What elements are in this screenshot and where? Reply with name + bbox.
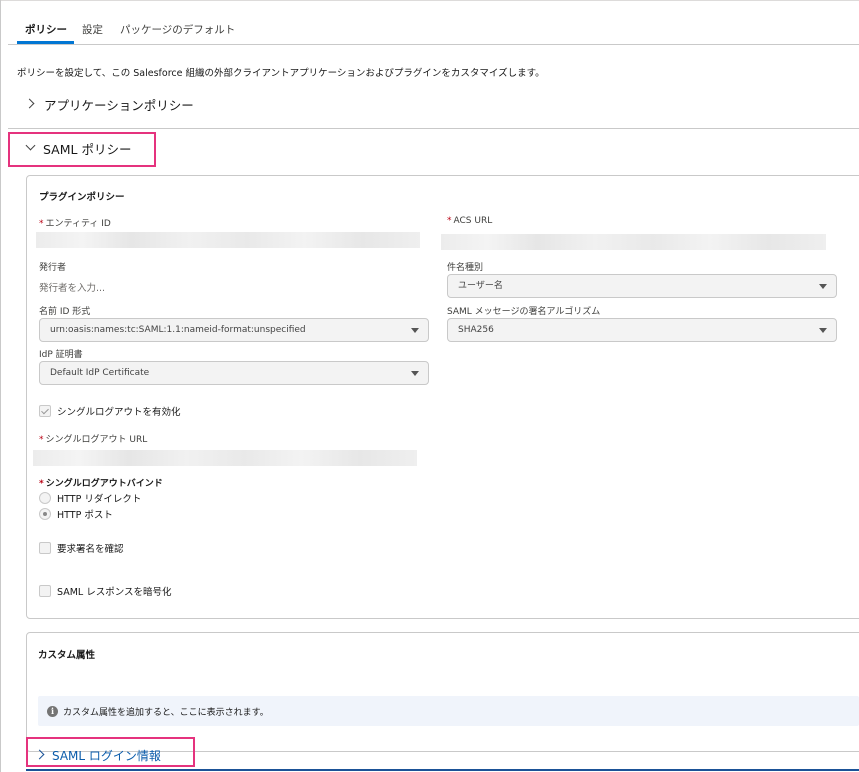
chevron-right-icon — [34, 749, 45, 760]
custom-attributes-card — [26, 632, 859, 752]
subject-type-label: 件名種別 — [447, 263, 484, 273]
custom-attributes-info-box: i カスタム属性を追加すると、ここに表示されます。 — [38, 696, 859, 726]
info-icon: i — [47, 706, 58, 717]
verify-request-signature-label: 要求署名を確認 — [57, 544, 124, 555]
http-post-radio[interactable] — [39, 508, 51, 520]
app-policy-title: アプリケーションポリシー — [44, 98, 194, 113]
entity-id-label: * エンティティ ID — [39, 219, 111, 229]
entity-id-field[interactable] — [36, 232, 420, 248]
saml-login-title: SAML ログイン情報 — [52, 749, 161, 763]
caret-down-icon — [411, 328, 419, 333]
saml-policy-title: SAML ポリシー — [43, 142, 132, 157]
http-post-label: HTTP ポスト — [57, 510, 113, 521]
single-logout-url-label: * シングルログアウト URL — [39, 435, 148, 445]
single-logout-checkbox[interactable] — [39, 405, 51, 417]
tab-policy[interactable]: ポリシー — [25, 22, 67, 37]
signing-algorithm-select[interactable]: SHA256 — [447, 318, 837, 342]
single-logout-binding-label: * シングルログアウトバインド — [39, 479, 163, 489]
subject-type-value: ユーザー名 — [458, 281, 503, 291]
encrypt-saml-response-label: SAML レスポンスを暗号化 — [57, 587, 172, 598]
idp-certificate-label: IdP 証明書 — [39, 350, 83, 360]
custom-attributes-title: カスタム属性 — [38, 650, 96, 661]
name-id-format-label: 名前 ID 形式 — [39, 307, 91, 317]
tab-settings[interactable]: 設定 — [82, 22, 103, 37]
chevron-right-icon — [24, 98, 35, 109]
verify-request-signature-checkbox[interactable] — [39, 542, 51, 554]
http-redirect-radio[interactable] — [39, 492, 51, 504]
app-policy-section-header[interactable]: アプリケーションポリシー — [24, 93, 324, 113]
caret-down-icon — [819, 284, 827, 289]
acs-url-field[interactable] — [441, 234, 826, 250]
issuer-label: 発行者 — [39, 263, 67, 273]
bottom-section-rule — [26, 769, 859, 771]
tabs-divider — [8, 44, 859, 45]
tab-package-defaults[interactable]: パッケージのデフォルト — [120, 22, 235, 37]
acs-url-label: * ACS URL — [447, 216, 493, 226]
intro-text: ポリシーを設定して、この Salesforce 組織の外部クライアントアプリケー… — [17, 68, 545, 79]
custom-attributes-info-text: カスタム属性を追加すると、ここに表示されます。 — [63, 708, 269, 718]
signing-algorithm-value: SHA256 — [458, 325, 494, 335]
idp-certificate-select[interactable]: Default IdP Certificate — [39, 361, 429, 385]
chevron-down-icon — [25, 140, 36, 151]
single-logout-url-field[interactable] — [33, 450, 417, 466]
http-redirect-label: HTTP リダイレクト — [57, 494, 142, 505]
window-top-border — [0, 0, 859, 1]
saml-login-section-header[interactable]: SAML ログイン情報 — [34, 744, 194, 764]
name-id-format-value: urn:oasis:names:tc:SAML:1.1:nameid-forma… — [50, 325, 306, 335]
idp-certificate-value: Default IdP Certificate — [50, 368, 150, 378]
single-logout-label: シングルログアウトを有効化 — [57, 407, 181, 418]
name-id-format-select[interactable]: urn:oasis:names:tc:SAML:1.1:nameid-forma… — [39, 318, 429, 342]
signing-algorithm-label: SAML メッセージの署名アルゴリズム — [447, 307, 601, 317]
encrypt-saml-response-checkbox[interactable] — [39, 585, 51, 597]
section-divider — [8, 128, 859, 129]
saml-policy-section-header[interactable]: SAML ポリシー — [24, 138, 154, 158]
window-left-border — [0, 0, 1, 772]
caret-down-icon — [819, 328, 827, 333]
subject-type-select[interactable]: ユーザー名 — [447, 274, 837, 298]
plugin-policy-title: プラグインポリシー — [39, 192, 125, 203]
caret-down-icon — [411, 371, 419, 376]
issuer-input[interactable]: 発行者を入力... — [39, 280, 105, 294]
